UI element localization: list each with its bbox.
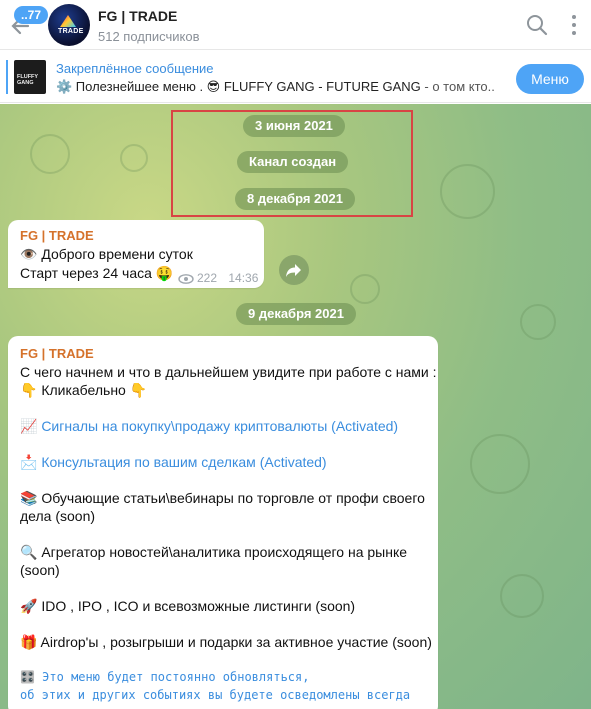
message-text: 🔍 Агрегатор новостей\аналитика происходя… xyxy=(20,544,408,560)
unread-badge: ..77 xyxy=(14,6,49,24)
view-count: 222 xyxy=(197,271,218,285)
highlight-annotation xyxy=(171,110,413,217)
message-text: 🎁 Airdrop'ы , розыгрыши и подарки за акт… xyxy=(20,634,432,650)
message-bubble[interactable]: FG | TRADE 👁️ Доброго времени суток Стар… xyxy=(8,220,264,288)
pinned-text-main: ⚙️ Полезнейшее меню . 😎 FLUFFY GANG - FU… xyxy=(56,79,421,94)
logo-icon xyxy=(60,15,76,27)
chat-history[interactable]: 3 июня 2021 Канал создан 8 декабря 2021 … xyxy=(0,104,591,709)
channel-title[interactable]: FG | TRADE xyxy=(98,8,177,24)
message-code-text: 🎛️ Это меню будет постоянно обновляться, xyxy=(20,670,310,684)
message-sender: FG | TRADE xyxy=(20,346,94,361)
thumbnail-label: FLUFFY GANG xyxy=(17,74,38,86)
message-sender: FG | TRADE xyxy=(20,228,94,243)
background-doodle xyxy=(350,274,380,304)
message-text: 🚀 IDO , IPO , ICO и всевозможные листинг… xyxy=(20,598,356,614)
message-text: дела (soon) xyxy=(20,508,96,524)
forward-icon xyxy=(286,264,301,277)
message-text: Старт через 24 часа 🤑 xyxy=(20,265,174,281)
pinned-text-tail: - о том кто... xyxy=(420,79,496,94)
avatar-label: TRADE xyxy=(58,28,84,35)
search-icon[interactable] xyxy=(524,12,550,38)
share-button[interactable] xyxy=(279,255,309,285)
pinned-message-bar[interactable]: FLUFFY GANG Закреплённое сообщение ⚙️ По… xyxy=(0,51,591,103)
pinned-indicator xyxy=(6,60,8,94)
message-bubble[interactable]: FG | TRADE С чего начнем и что в дальней… xyxy=(8,336,438,709)
pinned-thumbnail: FLUFFY GANG xyxy=(14,60,46,94)
message-time: 14:36 xyxy=(228,271,259,285)
chat-header: ..77 TRADE FG | TRADE 512 подписчиков xyxy=(0,0,591,50)
background-doodle xyxy=(30,134,70,174)
background-doodle xyxy=(120,144,148,172)
menu-button[interactable]: Меню xyxy=(516,64,584,94)
message-text: (soon) xyxy=(20,562,60,578)
pinned-title: Закреплённое сообщение xyxy=(56,61,214,76)
background-doodle xyxy=(520,304,556,340)
message-text: 👇 Кликабельно 👇 xyxy=(20,382,148,398)
more-vertical-icon[interactable] xyxy=(561,12,587,38)
pinned-text: ⚙️ Полезнейшее меню . 😎 FLUFFY GANG - FU… xyxy=(56,79,496,95)
date-separator: 9 декабря 2021 xyxy=(236,303,356,325)
views-icon xyxy=(178,273,194,284)
channel-avatar[interactable]: TRADE xyxy=(48,4,90,46)
message-code-text: об этих и других событиях вы будете осве… xyxy=(20,688,411,702)
menu-link-consultation[interactable]: 📩 Консультация по вашим сделкам (Activat… xyxy=(20,454,327,471)
background-doodle xyxy=(470,434,530,494)
message-text: 📚 Обучающие статьи\вебинары по торговле … xyxy=(20,490,425,506)
background-doodle xyxy=(500,574,544,618)
menu-link-signals[interactable]: 📈 Сигналы на покупку\продажу криптовалют… xyxy=(20,418,398,435)
message-meta: 222 14:36 xyxy=(178,271,258,285)
subscriber-count: 512 подписчиков xyxy=(98,29,200,44)
message-text: 👁️ Доброго времени суток xyxy=(20,246,193,262)
message-text: С чего начнем и что в дальнейшем увидите… xyxy=(20,364,437,380)
background-doodle xyxy=(440,164,495,219)
